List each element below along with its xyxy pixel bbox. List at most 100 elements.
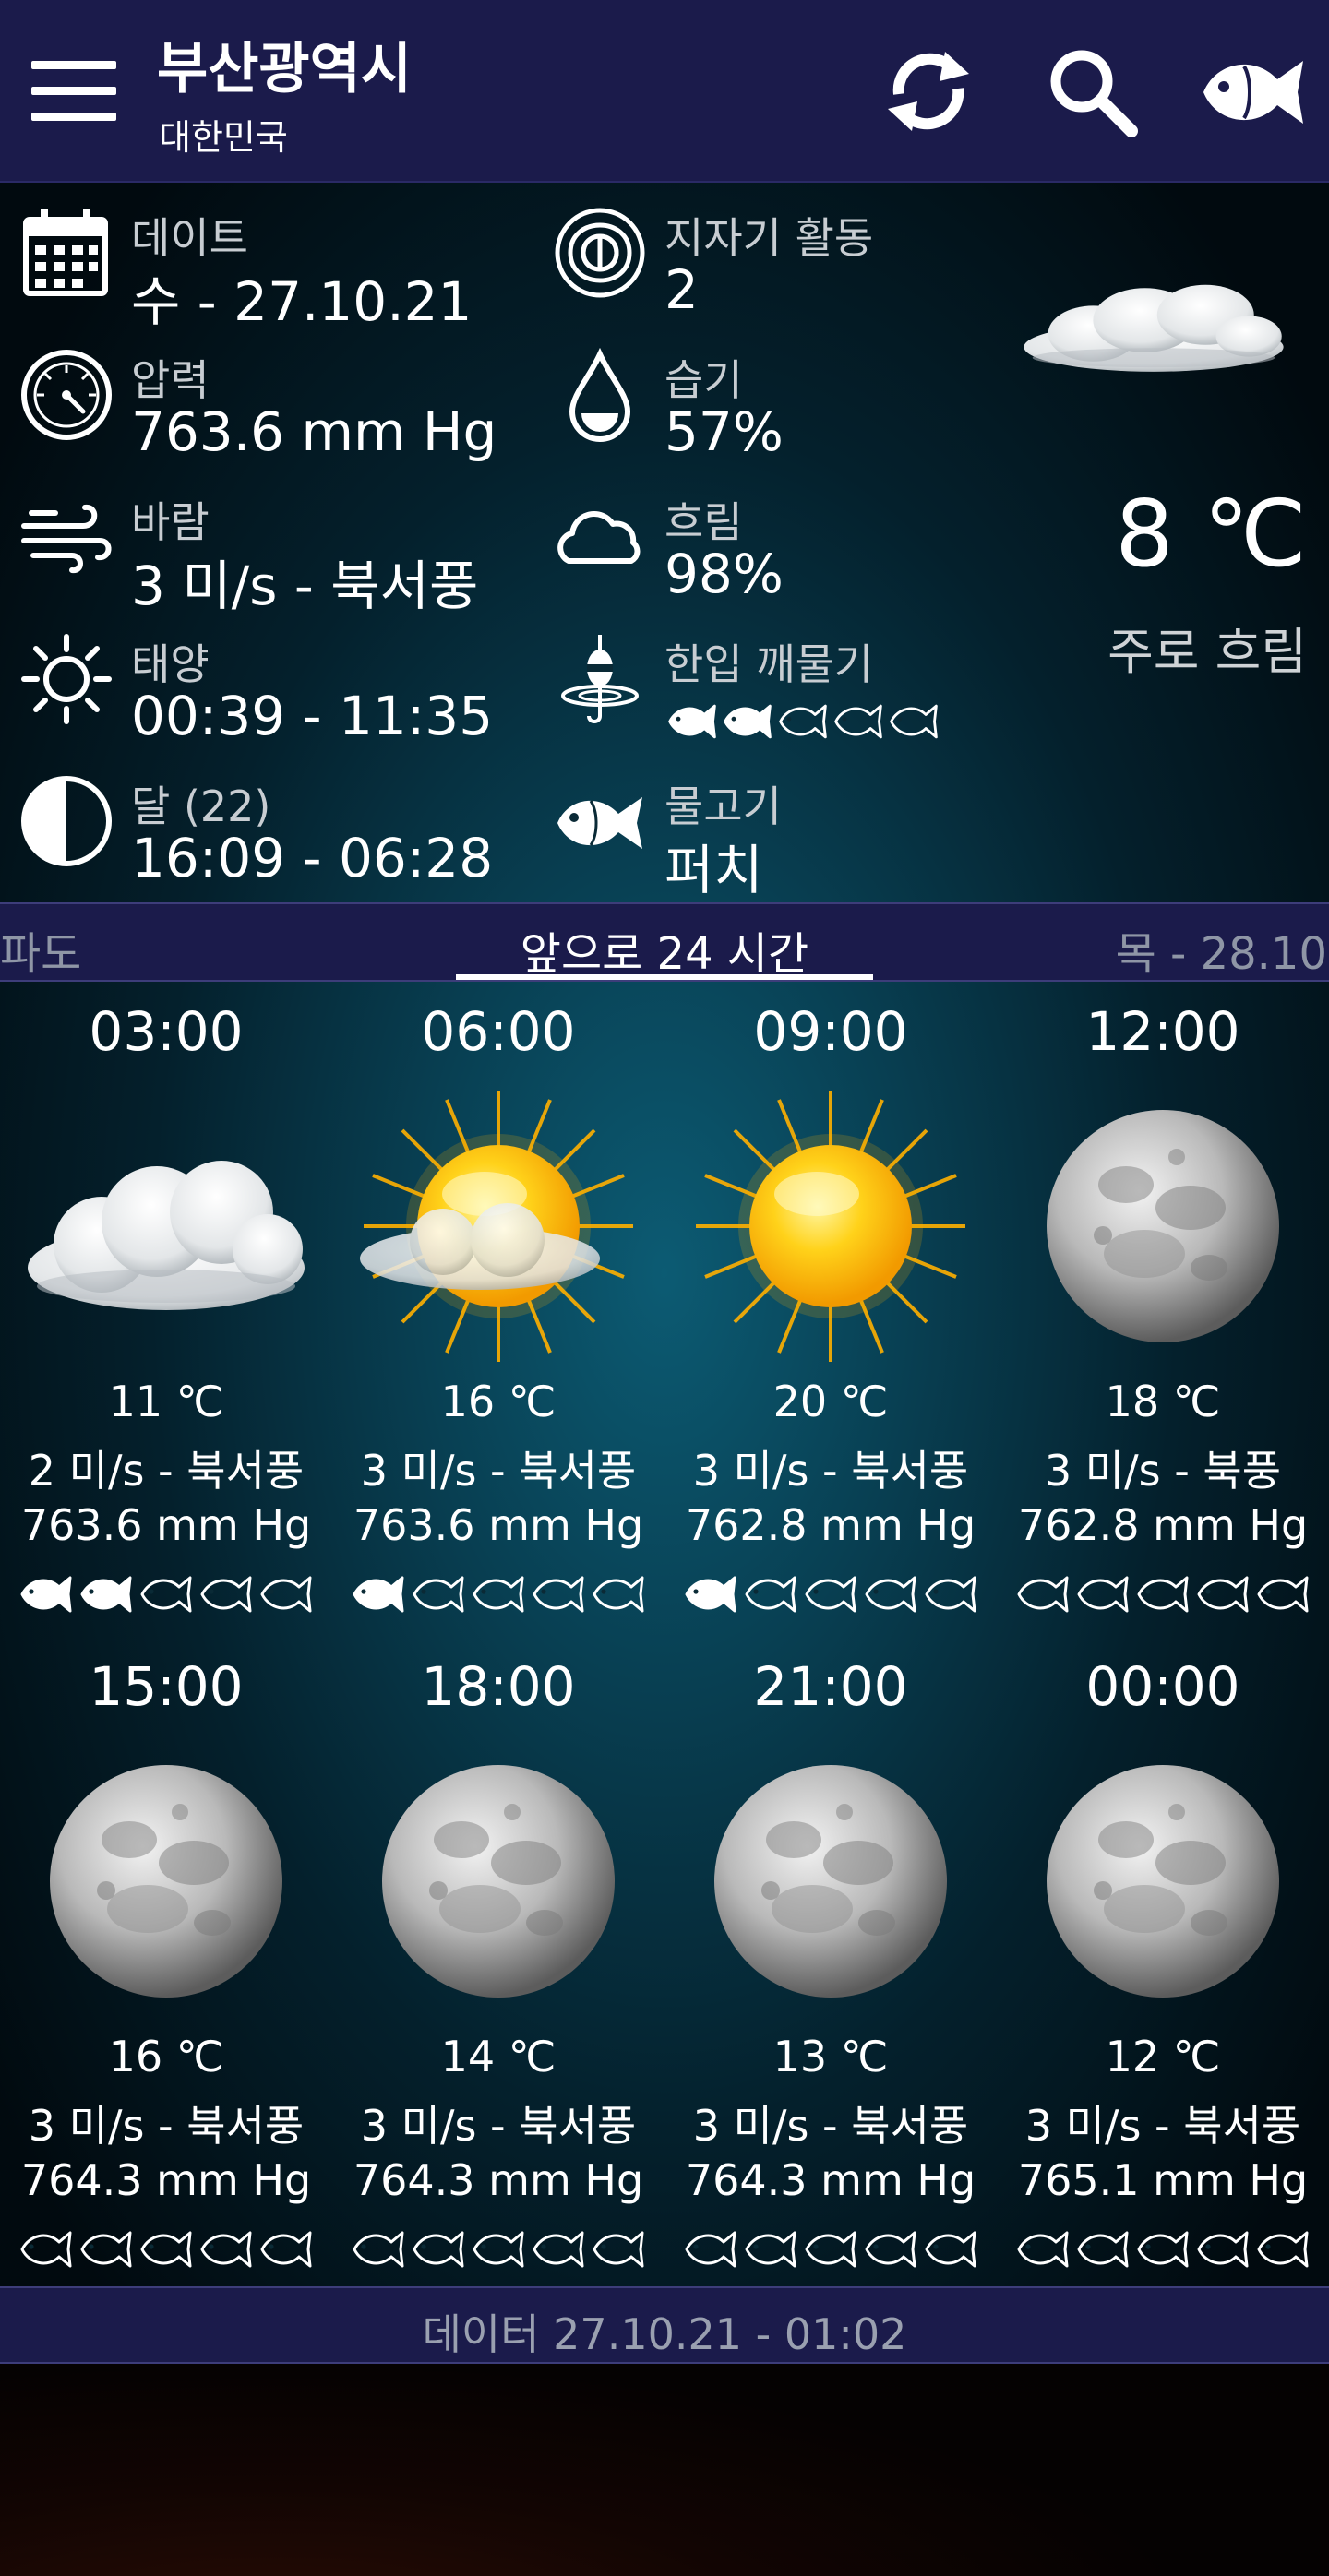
forecast-pressure: 762.8 mm Hg (1017, 1500, 1309, 1550)
fish-outline-icon (469, 1568, 528, 1620)
forecast-time: 06:00 (421, 1000, 576, 1063)
forecast-wind: 3 미/s - 북서풍 (692, 1446, 969, 1496)
cloudy-icon (18, 1083, 314, 1369)
geomagnetic-info: 지자기 활동 2 (552, 205, 1013, 325)
forecast-temperature: 12 ℃ (1105, 2032, 1221, 2081)
forecast-cell[interactable]: 06:00 16 ℃ 3 미/s - 북서풍 763.6 mm Hg (332, 982, 664, 1637)
background-footer (0, 2364, 1329, 2576)
current-condition: 주로 흐림 (1108, 623, 1307, 681)
tab-next-day[interactable]: 목 - 28.10 (1116, 917, 1327, 982)
forecast-cell[interactable]: 00:00 12 ℃ 3 미/s - 북서풍 765.1 mm Hg (997, 1637, 1329, 2292)
forecast-bite-rating (17, 1568, 316, 1620)
forecast-cell[interactable]: 15:00 16 ℃ 3 미/s - 북서풍 764.3 mm Hg (0, 1637, 332, 2292)
cloud-icon (552, 489, 648, 585)
forecast-cell[interactable]: 03:00 11 ℃ 2 미/s - 북서풍 763.6 mm Hg (0, 982, 332, 1637)
calendar-icon (18, 205, 114, 301)
moon-icon (18, 1738, 314, 2024)
forecast-temperature: 16 ℃ (440, 1377, 557, 1426)
fish-outline-icon (589, 1568, 648, 1620)
fish-outline-icon (1193, 1568, 1252, 1620)
moon-value: 16:09 - 06:28 (131, 827, 494, 889)
fish-outline-icon (1133, 2224, 1192, 2275)
fish-outline-icon (1073, 2224, 1132, 2275)
forecast-time: 00:00 (1085, 1655, 1240, 1718)
current-temperature: 8 ℃ (1115, 480, 1307, 588)
fish-filled-icon (664, 696, 720, 747)
fish-outline-icon (197, 1568, 256, 1620)
humidity-label: 습기 (664, 355, 743, 405)
fish-icon[interactable] (1198, 41, 1312, 142)
forecast-temperature: 20 ℃ (772, 1377, 889, 1426)
pressure-label: 압력 (131, 355, 210, 405)
fish-outline-icon (1013, 2224, 1072, 2275)
sun-icon (18, 631, 114, 727)
forecast-time: 09:00 (753, 1000, 908, 1063)
moon-info: 달 (22) 16:09 - 06:28 (18, 773, 535, 893)
forecast-temperature: 13 ℃ (772, 2032, 889, 2081)
forecast-wind: 3 미/s - 북서풍 (360, 1446, 637, 1496)
fish-label: 물고기 (664, 781, 782, 831)
forecast-bite-rating (1013, 1568, 1312, 1620)
forecast-cell[interactable]: 12:00 18 ℃ 3 미/s - 북풍 762.8 mm Hg (997, 982, 1329, 1637)
forecast-pressure: 763.6 mm Hg (20, 1500, 312, 1550)
forecast-pressure: 764.3 mm Hg (685, 2155, 976, 2205)
wind-icon (18, 489, 114, 585)
sun-cloud-icon (351, 1083, 646, 1369)
cloudy-icon (1015, 240, 1292, 406)
forecast-temperature: 16 ℃ (108, 2032, 224, 2081)
fish-icon (552, 773, 648, 869)
pressure-info: 압력 763.6 mm Hg (18, 347, 535, 467)
fish-outline-icon (681, 2224, 740, 2275)
wind-label: 바람 (131, 497, 210, 547)
forecast-bite-rating (681, 1568, 980, 1620)
fish-outline-icon (137, 1568, 196, 1620)
cloudiness-info: 흐림 98% (552, 489, 1013, 609)
search-icon[interactable] (1037, 41, 1148, 142)
forecast-bite-rating (1013, 2224, 1312, 2275)
forecast-wind: 3 미/s - 북서풍 (360, 2101, 637, 2151)
fish-outline-icon (886, 696, 941, 747)
date-value: 수 - 27.10.21 (131, 270, 473, 333)
fish-filled-icon (681, 1568, 740, 1620)
footer-bar: 데이터 27.10.21 - 01:02 (0, 2286, 1329, 2364)
cloudiness-label: 흐림 (664, 497, 743, 547)
refresh-icon[interactable] (873, 41, 984, 142)
sun-info: 태양 00:39 - 11:35 (18, 631, 535, 751)
fish-outline-icon (921, 2224, 980, 2275)
fish-outline-icon (589, 2224, 648, 2275)
fish-outline-icon (197, 2224, 256, 2275)
forecast-temperature: 14 ℃ (440, 2032, 557, 2081)
cloudiness-value: 98% (664, 543, 784, 605)
forecast-pressure: 765.1 mm Hg (1017, 2155, 1309, 2205)
forecast-bite-rating (349, 2224, 648, 2275)
forecast-bite-rating (349, 1568, 648, 1620)
fish-outline-icon (861, 2224, 920, 2275)
forecast-wind: 3 미/s - 북서풍 (1024, 2101, 1301, 2151)
fish-outline-icon (349, 2224, 408, 2275)
fish-outline-icon (831, 696, 886, 747)
fish-outline-icon (77, 2224, 136, 2275)
active-tab-indicator (456, 974, 873, 980)
fish-outline-icon (1193, 2224, 1252, 2275)
fish-value: 퍼치 (664, 839, 763, 901)
fish-outline-icon (1133, 1568, 1192, 1620)
fish-outline-icon (775, 696, 831, 747)
fish-outline-icon (921, 1568, 980, 1620)
bite-info: 한입 깨물기 (552, 631, 1013, 751)
wind-info: 바람 3 미/s - 북서풍 (18, 489, 535, 617)
forecast-time: 21:00 (753, 1655, 908, 1718)
forecast-temperature: 18 ℃ (1105, 1377, 1221, 1426)
forecast-cell[interactable]: 09:00 20 ℃ 3 미/s - 북서풍 762.8 mm Hg (664, 982, 997, 1637)
pressure-value: 763.6 mm Hg (131, 400, 497, 463)
fish-outline-icon (1253, 1568, 1312, 1620)
fish-outline-icon (1253, 2224, 1312, 2275)
forecast-cell[interactable]: 18:00 14 ℃ 3 미/s - 북서풍 764.3 mm Hg (332, 1637, 664, 2292)
fish-outline-icon (17, 2224, 76, 2275)
fish-outline-icon (257, 1568, 316, 1620)
menu-icon[interactable] (28, 61, 120, 122)
forecast-cell[interactable]: 21:00 13 ℃ 3 미/s - 북서풍 764.3 mm Hg (664, 1637, 997, 2292)
fish-outline-icon (1073, 1568, 1132, 1620)
moon-icon (1015, 1083, 1311, 1369)
date-label: 데이트 (131, 213, 248, 263)
fish-outline-icon (741, 2224, 800, 2275)
